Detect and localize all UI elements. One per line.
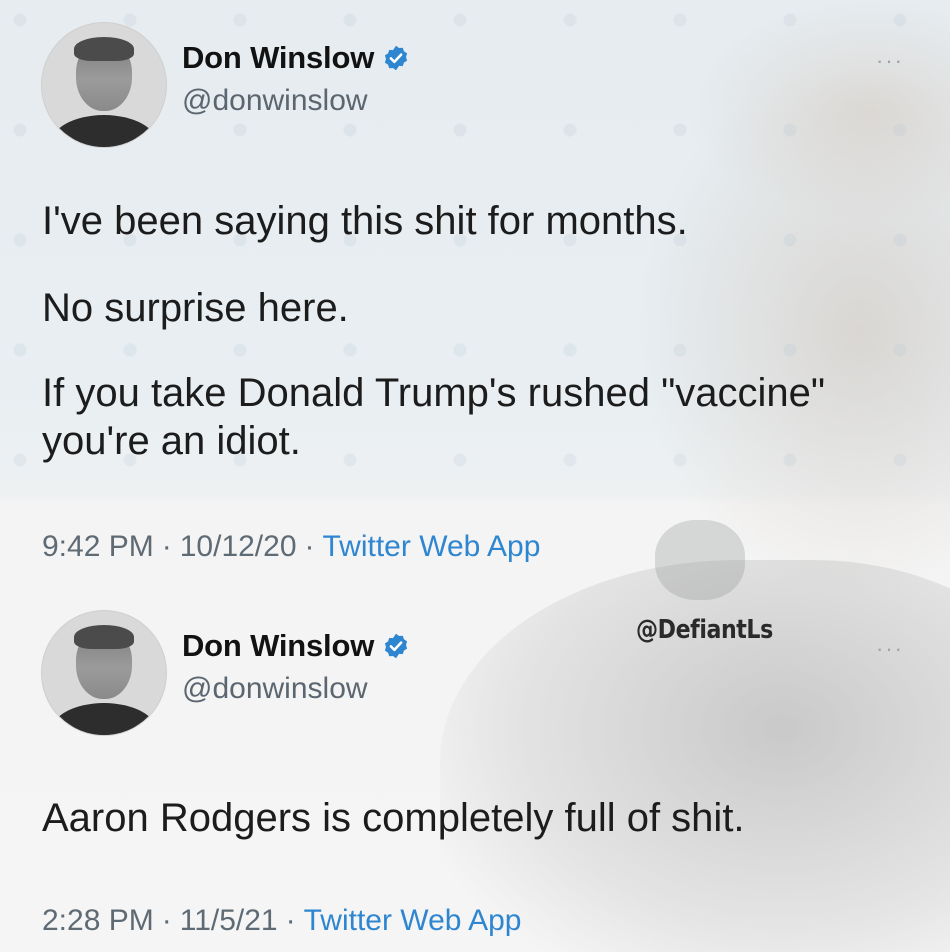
tweet-text-line: If you take Donald Trump's rushed "vacci…: [42, 369, 890, 465]
author-handle[interactable]: @donwinslow: [182, 84, 368, 118]
author-name[interactable]: Don Winslow: [182, 40, 374, 76]
avatar[interactable]: [41, 22, 167, 148]
tweet-text-line: No surprise here.: [42, 284, 890, 332]
verified-badge-icon: [385, 633, 408, 659]
tweet-text: Aaron Rodgers is completely full of shit…: [42, 796, 745, 840]
author-handle[interactable]: @donwinslow: [182, 672, 368, 706]
more-options-icon[interactable]: ···: [876, 48, 904, 74]
watermark: @DefiantLs: [636, 615, 773, 645]
tweet-meta: 9:42 PM · 10/12/20 · Twitter Web App: [42, 530, 540, 564]
tweet-meta: 2:28 PM · 11/5/21 · Twitter Web App: [42, 904, 522, 938]
meta-separator: ·: [161, 530, 172, 563]
tweet-text-line: I've been saying this shit for months.: [42, 197, 890, 245]
avatar-shoulders: [50, 115, 158, 147]
tweet-time[interactable]: 9:42 PM: [42, 530, 154, 563]
author-row: Don Winslow: [182, 40, 410, 76]
verified-badge-icon: [385, 45, 408, 71]
avatar-shoulders: [50, 703, 158, 735]
meta-separator: ·: [285, 904, 296, 937]
author-name[interactable]: Don Winslow: [182, 628, 374, 664]
more-options-icon[interactable]: ···: [876, 636, 904, 662]
author-row: Don Winslow: [182, 628, 410, 664]
avatar-hair: [74, 37, 134, 61]
tweet-text: I've been saying this shit for months.: [42, 199, 688, 243]
tweet-date[interactable]: 10/12/20: [180, 530, 297, 563]
tweet-source-link[interactable]: Twitter Web App: [304, 904, 522, 937]
tweet-text: If you take Donald Trump's rushed "vacci…: [42, 371, 826, 463]
tweet-time[interactable]: 2:28 PM: [42, 904, 154, 937]
tweet-text-line: Aaron Rodgers is completely full of shit…: [42, 794, 890, 842]
avatar[interactable]: [41, 610, 167, 736]
meta-separator: ·: [161, 904, 172, 937]
tweet-source-link[interactable]: Twitter Web App: [323, 530, 541, 563]
avatar-hair: [74, 625, 134, 649]
tweet-text: No surprise here.: [42, 286, 349, 330]
tweet-date[interactable]: 11/5/21: [180, 904, 278, 937]
meta-separator: ·: [304, 530, 315, 563]
